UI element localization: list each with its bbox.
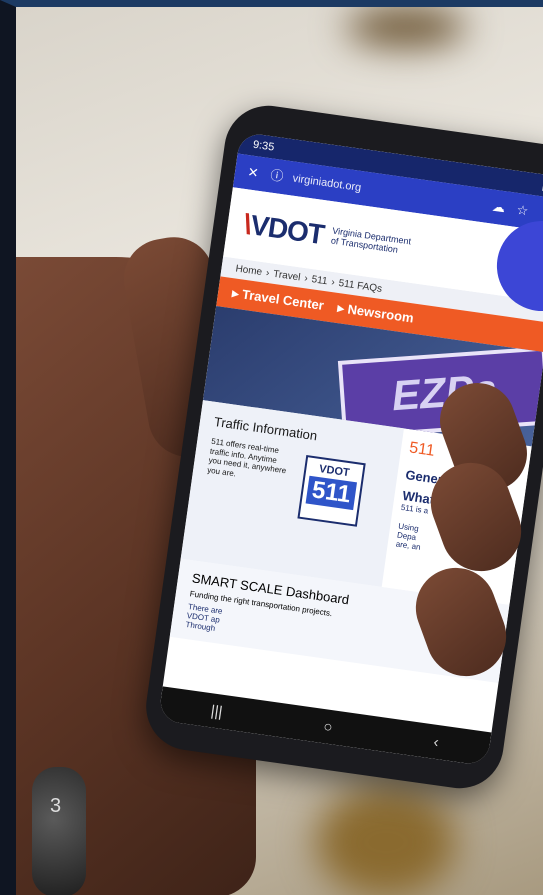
traffic-card[interactable]: Traffic Information 511 offers real-time… [180, 400, 404, 587]
logo-subtitle: Virginia Department of Transportation [330, 226, 411, 258]
photo-background: 9:35 ▮▮ ✕ ⓘ virginiadot.org ☁ ☆ ⋮ \VDOT … [0, 0, 543, 895]
vdot-511-badge: VDOT 511 [297, 455, 366, 527]
crumb-home[interactable]: Home [235, 263, 263, 278]
traffic-body: 511 offers real-time traffic info. Anyti… [206, 436, 287, 479]
nav-newsroom[interactable]: ▸ Newsroom [336, 300, 415, 327]
home-icon[interactable]: ○ [322, 718, 333, 736]
logo-text: VDOT [248, 209, 326, 251]
status-time: 9:35 [252, 138, 276, 154]
download-icon[interactable]: ☁ [490, 198, 508, 216]
info-icon[interactable]: ⓘ [268, 167, 286, 185]
crumb-511[interactable]: 511 [311, 274, 328, 287]
background-blur-top [346, 7, 466, 47]
badge-511: 511 [305, 475, 358, 511]
background-blur-bottom [316, 787, 456, 895]
back-icon[interactable]: ‹ [432, 733, 439, 751]
wristwatch: 3 [32, 767, 86, 895]
vdot-logo[interactable]: \VDOT [242, 208, 326, 251]
watch-numeral: 3 [50, 795, 62, 817]
close-icon[interactable]: ✕ [244, 164, 262, 182]
recents-icon[interactable]: ||| [210, 702, 224, 720]
star-icon[interactable]: ☆ [513, 202, 531, 220]
crumb-travel[interactable]: Travel [273, 268, 302, 283]
crumb-faqs[interactable]: 511 FAQs [338, 277, 383, 294]
